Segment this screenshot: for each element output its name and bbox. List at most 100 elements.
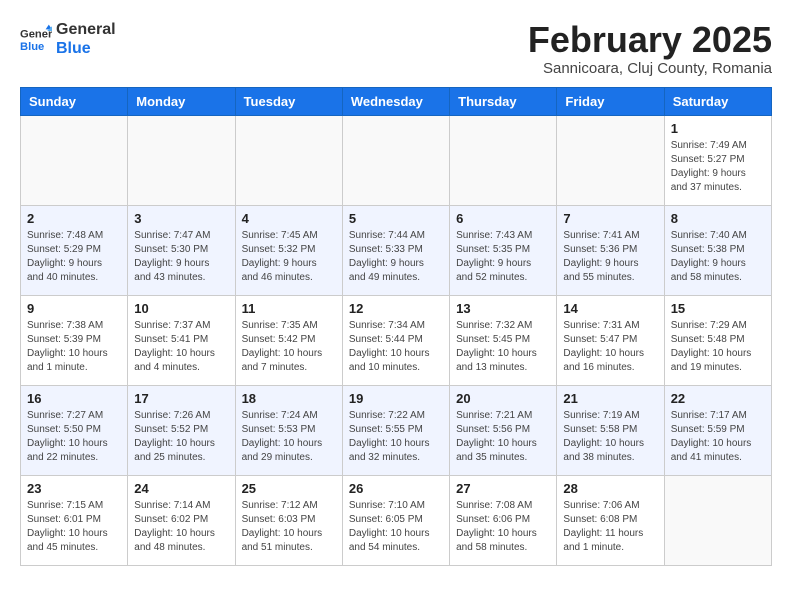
- day-info: Sunrise: 7:29 AM Sunset: 5:48 PM Dayligh…: [671, 319, 765, 375]
- day-number: 10: [134, 301, 228, 316]
- day-number: 15: [671, 301, 765, 316]
- day-info: Sunrise: 7:32 AM Sunset: 5:45 PM Dayligh…: [456, 319, 550, 375]
- calendar-cell: 23 Sunrise: 7:15 AM Sunset: 6:01 PM Dayli…: [21, 475, 128, 565]
- calendar-week-row: 9 Sunrise: 7:38 AM Sunset: 5:39 PM Daylig…: [21, 295, 772, 385]
- day-info: Sunrise: 7:34 AM Sunset: 5:44 PM Dayligh…: [349, 319, 443, 375]
- day-info: Sunrise: 7:26 AM Sunset: 5:52 PM Dayligh…: [134, 409, 228, 465]
- day-info: Sunrise: 7:41 AM Sunset: 5:36 PM Dayligh…: [563, 229, 657, 285]
- day-info: Sunrise: 7:14 AM Sunset: 6:02 PM Dayligh…: [134, 499, 228, 555]
- calendar-cell: 1Sunrise: 7:49 AM Sunset: 5:27 PM Daylig…: [664, 115, 771, 205]
- calendar-cell: 8 Sunrise: 7:40 AM Sunset: 5:38 PM Daylig…: [664, 205, 771, 295]
- calendar-cell: 22 Sunrise: 7:17 AM Sunset: 5:59 PM Dayli…: [664, 385, 771, 475]
- calendar-cell: 25 Sunrise: 7:12 AM Sunset: 6:03 PM Dayli…: [235, 475, 342, 565]
- calendar-cell: [557, 115, 664, 205]
- day-number: 14: [563, 301, 657, 316]
- day-info: Sunrise: 7:43 AM Sunset: 5:35 PM Dayligh…: [456, 229, 550, 285]
- calendar-cell: 18 Sunrise: 7:24 AM Sunset: 5:53 PM Dayli…: [235, 385, 342, 475]
- day-number: 13: [456, 301, 550, 316]
- day-number: 6: [456, 211, 550, 226]
- day-info: Sunrise: 7:12 AM Sunset: 6:03 PM Dayligh…: [242, 499, 336, 555]
- day-number: 20: [456, 391, 550, 406]
- day-info: Sunrise: 7:21 AM Sunset: 5:56 PM Dayligh…: [456, 409, 550, 465]
- calendar-week-row: 1Sunrise: 7:49 AM Sunset: 5:27 PM Daylig…: [21, 115, 772, 205]
- day-number: 18: [242, 391, 336, 406]
- calendar-cell: 16 Sunrise: 7:27 AM Sunset: 5:50 PM Dayli…: [21, 385, 128, 475]
- day-number: 22: [671, 391, 765, 406]
- day-number: 25: [242, 481, 336, 496]
- calendar-cell: 12 Sunrise: 7:34 AM Sunset: 5:44 PM Dayli…: [342, 295, 449, 385]
- day-info: Sunrise: 7:35 AM Sunset: 5:42 PM Dayligh…: [242, 319, 336, 375]
- calendar-cell: [450, 115, 557, 205]
- calendar-header-row: SundayMondayTuesdayWednesdayThursdayFrid…: [21, 87, 772, 115]
- day-info: Sunrise: 7:37 AM Sunset: 5:41 PM Dayligh…: [134, 319, 228, 375]
- logo: General Blue General Blue: [20, 20, 116, 58]
- calendar-cell: 3Sunrise: 7:47 AM Sunset: 5:30 PM Daylig…: [128, 205, 235, 295]
- calendar-cell: 2Sunrise: 7:48 AM Sunset: 5:29 PM Daylig…: [21, 205, 128, 295]
- day-info: Sunrise: 7:31 AM Sunset: 5:47 PM Dayligh…: [563, 319, 657, 375]
- calendar-cell: 27 Sunrise: 7:08 AM Sunset: 6:06 PM Dayli…: [450, 475, 557, 565]
- title-area: February 2025 Sannicoara, Cluj County, R…: [528, 20, 772, 77]
- svg-text:Blue: Blue: [20, 41, 44, 53]
- calendar-cell: 9 Sunrise: 7:38 AM Sunset: 5:39 PM Daylig…: [21, 295, 128, 385]
- day-header-saturday: Saturday: [664, 87, 771, 115]
- calendar-cell: 21Sunrise: 7:19 AM Sunset: 5:58 PM Dayli…: [557, 385, 664, 475]
- day-info: Sunrise: 7:40 AM Sunset: 5:38 PM Dayligh…: [671, 229, 765, 285]
- day-number: 28: [563, 481, 657, 496]
- day-info: Sunrise: 7:44 AM Sunset: 5:33 PM Dayligh…: [349, 229, 443, 285]
- calendar-cell: 26Sunrise: 7:10 AM Sunset: 6:05 PM Dayli…: [342, 475, 449, 565]
- day-header-wednesday: Wednesday: [342, 87, 449, 115]
- day-header-friday: Friday: [557, 87, 664, 115]
- calendar-cell: 7 Sunrise: 7:41 AM Sunset: 5:36 PM Daylig…: [557, 205, 664, 295]
- day-info: Sunrise: 7:17 AM Sunset: 5:59 PM Dayligh…: [671, 409, 765, 465]
- day-info: Sunrise: 7:24 AM Sunset: 5:53 PM Dayligh…: [242, 409, 336, 465]
- calendar-cell: [21, 115, 128, 205]
- day-number: 19: [349, 391, 443, 406]
- location-subtitle: Sannicoara, Cluj County, Romania: [528, 60, 772, 77]
- day-header-monday: Monday: [128, 87, 235, 115]
- calendar-cell: 11Sunrise: 7:35 AM Sunset: 5:42 PM Dayli…: [235, 295, 342, 385]
- day-number: 4: [242, 211, 336, 226]
- day-info: Sunrise: 7:27 AM Sunset: 5:50 PM Dayligh…: [27, 409, 121, 465]
- day-header-sunday: Sunday: [21, 87, 128, 115]
- calendar-cell: [235, 115, 342, 205]
- calendar-week-row: 2Sunrise: 7:48 AM Sunset: 5:29 PM Daylig…: [21, 205, 772, 295]
- logo-text-general: General: [56, 20, 116, 39]
- page-header: General Blue General Blue February 2025 …: [20, 20, 772, 77]
- day-number: 27: [456, 481, 550, 496]
- svg-text:General: General: [20, 29, 52, 41]
- day-number: 26: [349, 481, 443, 496]
- day-number: 5: [349, 211, 443, 226]
- day-number: 16: [27, 391, 121, 406]
- logo-text-blue: Blue: [56, 39, 116, 58]
- day-info: Sunrise: 7:15 AM Sunset: 6:01 PM Dayligh…: [27, 499, 121, 555]
- calendar-cell: 28 Sunrise: 7:06 AM Sunset: 6:08 PM Dayli…: [557, 475, 664, 565]
- day-number: 9: [27, 301, 121, 316]
- calendar-table: SundayMondayTuesdayWednesdayThursdayFrid…: [20, 87, 772, 566]
- day-info: Sunrise: 7:06 AM Sunset: 6:08 PM Dayligh…: [563, 499, 657, 555]
- calendar-cell: 20 Sunrise: 7:21 AM Sunset: 5:56 PM Dayli…: [450, 385, 557, 475]
- day-number: 12: [349, 301, 443, 316]
- calendar-cell: 4Sunrise: 7:45 AM Sunset: 5:32 PM Daylig…: [235, 205, 342, 295]
- day-number: 7: [563, 211, 657, 226]
- calendar-cell: 6 Sunrise: 7:43 AM Sunset: 5:35 PM Daylig…: [450, 205, 557, 295]
- day-info: Sunrise: 7:22 AM Sunset: 5:55 PM Dayligh…: [349, 409, 443, 465]
- day-number: 17: [134, 391, 228, 406]
- calendar-week-row: 16 Sunrise: 7:27 AM Sunset: 5:50 PM Dayli…: [21, 385, 772, 475]
- day-number: 21: [563, 391, 657, 406]
- calendar-cell: [664, 475, 771, 565]
- day-number: 3: [134, 211, 228, 226]
- day-info: Sunrise: 7:48 AM Sunset: 5:29 PM Dayligh…: [27, 229, 121, 285]
- calendar-cell: [128, 115, 235, 205]
- day-number: 8: [671, 211, 765, 226]
- day-info: Sunrise: 7:38 AM Sunset: 5:39 PM Dayligh…: [27, 319, 121, 375]
- logo-icon: General Blue: [20, 23, 52, 55]
- day-header-tuesday: Tuesday: [235, 87, 342, 115]
- calendar-cell: 14 Sunrise: 7:31 AM Sunset: 5:47 PM Dayli…: [557, 295, 664, 385]
- calendar-cell: 5 Sunrise: 7:44 AM Sunset: 5:33 PM Daylig…: [342, 205, 449, 295]
- day-info: Sunrise: 7:08 AM Sunset: 6:06 PM Dayligh…: [456, 499, 550, 555]
- day-header-thursday: Thursday: [450, 87, 557, 115]
- calendar-week-row: 23 Sunrise: 7:15 AM Sunset: 6:01 PM Dayli…: [21, 475, 772, 565]
- calendar-cell: 19 Sunrise: 7:22 AM Sunset: 5:55 PM Dayli…: [342, 385, 449, 475]
- calendar-cell: 10 Sunrise: 7:37 AM Sunset: 5:41 PM Dayli…: [128, 295, 235, 385]
- day-number: 23: [27, 481, 121, 496]
